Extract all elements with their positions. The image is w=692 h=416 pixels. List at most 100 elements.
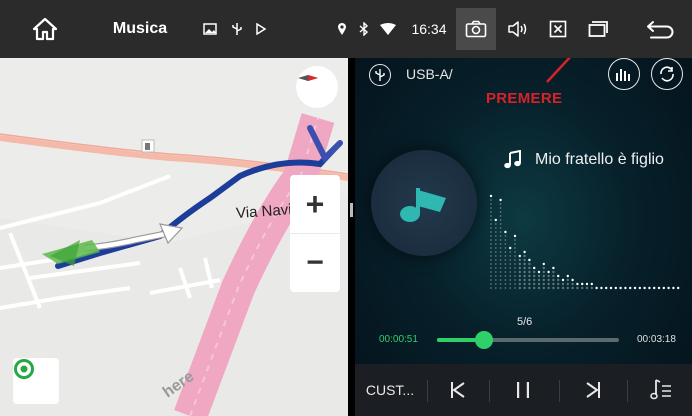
spectrum-dot <box>504 287 507 289</box>
spectrum-dot <box>566 282 569 286</box>
usb-source-button[interactable] <box>369 64 391 86</box>
spectrum-dot <box>494 251 497 253</box>
spectrum-dot <box>490 203 492 205</box>
playlist-button[interactable] <box>633 364 689 416</box>
zoom-out-button[interactable]: − <box>290 234 340 292</box>
camera-icon <box>465 20 487 38</box>
progress-knob[interactable] <box>474 331 493 349</box>
pause-button[interactable] <box>495 364 551 416</box>
spectrum-dot <box>561 278 565 282</box>
spectrum-dot <box>504 259 507 261</box>
music-note-icon <box>400 188 446 222</box>
spectrum-dot <box>571 278 574 282</box>
spectrum-dot <box>490 279 492 281</box>
spectrum-dot <box>494 227 497 229</box>
spectrum-dot <box>490 199 492 201</box>
usb-icon <box>228 0 246 58</box>
spectrum-dot <box>518 282 521 286</box>
close-box-icon <box>549 20 567 38</box>
spectrum-dot <box>662 286 665 290</box>
spectrum-dot <box>571 286 574 290</box>
total-time: 00:03:18 <box>637 334 676 345</box>
spectrum-dot <box>523 278 526 282</box>
spectrum-dot <box>494 243 497 245</box>
zoom-in-button[interactable]: + <box>290 175 340 233</box>
previous-track-button[interactable] <box>431 364 485 416</box>
spectrum-dot <box>499 223 502 225</box>
next-track-button[interactable] <box>565 364 621 416</box>
spectrum-dot <box>514 247 516 249</box>
spectrum-dot <box>499 271 502 273</box>
spectrum-dot <box>552 270 555 274</box>
spectrum-dot <box>509 283 512 285</box>
music-player: USB-A/ PREMERE Mio fratello è figlio 5/6… <box>355 58 692 416</box>
back-button[interactable] <box>640 0 680 58</box>
my-location-button[interactable] <box>13 358 59 404</box>
fuel-station-icon <box>145 143 150 150</box>
spectrum-dot <box>542 278 545 282</box>
spectrum-dot <box>499 243 502 245</box>
spectrum-dot <box>643 286 646 290</box>
spectrum-dot <box>619 286 622 290</box>
spectrum-dot <box>490 211 492 213</box>
spectrum-dot <box>504 230 507 234</box>
spectrum-dot <box>518 286 521 290</box>
repeat-button[interactable] <box>651 58 683 90</box>
spectrum-dot <box>514 279 516 281</box>
compass-button[interactable] <box>296 66 338 108</box>
spectrum-dot <box>494 263 497 265</box>
spectrum-dot <box>552 278 555 282</box>
spectrum-dot <box>499 219 502 221</box>
spectrum-dot <box>499 279 502 281</box>
spectrum-visualizer <box>489 194 680 290</box>
spectrum-dot <box>533 282 536 286</box>
spectrum-dot <box>494 235 497 237</box>
spectrum-dot <box>547 274 550 278</box>
spectrum-dot <box>504 275 507 277</box>
previous-icon <box>451 382 465 398</box>
spectrum-dot <box>528 286 531 290</box>
spectrum-dot <box>514 271 516 273</box>
spectrum-dot <box>537 274 541 278</box>
close-app-button[interactable] <box>540 0 576 58</box>
spectrum-dot <box>494 247 497 249</box>
spectrum-dot <box>504 251 507 253</box>
home-icon[interactable] <box>24 0 66 58</box>
spectrum-dot <box>523 258 526 262</box>
spectrum-dot <box>499 235 502 237</box>
play-status-icon <box>252 0 270 58</box>
custom-button[interactable]: CUST... <box>355 364 425 416</box>
spectrum-dot <box>490 259 492 261</box>
spectrum-dot <box>494 279 497 281</box>
spectrum-dot <box>499 263 502 265</box>
spectrum-dot <box>542 286 545 290</box>
progress-bar[interactable] <box>437 331 619 349</box>
equalizer-icon <box>616 69 630 81</box>
spectrum-dot <box>542 282 545 286</box>
spectrum-dot <box>494 259 497 261</box>
spectrum-dot <box>528 262 531 266</box>
zoom-in-label: + <box>305 185 325 222</box>
spectrum-dot <box>537 278 541 282</box>
recent-apps-button[interactable] <box>580 0 616 58</box>
spectrum-dot <box>499 247 502 249</box>
spectrum-dot <box>677 286 680 290</box>
spectrum-dot <box>657 286 661 290</box>
split-divider[interactable] <box>348 58 355 416</box>
spectrum-dot <box>509 246 512 250</box>
spectrum-dot <box>547 282 550 286</box>
spectrum-dot <box>509 279 512 281</box>
spectrum-dot <box>499 211 502 213</box>
spectrum-dot <box>490 275 492 277</box>
volume-button[interactable] <box>500 0 536 58</box>
screenshot-camera-button[interactable] <box>456 8 496 50</box>
navigation-map[interactable]: Via Navicella + − here <box>0 58 348 416</box>
spectrum-dot <box>518 258 521 262</box>
spectrum-dot <box>518 270 521 274</box>
spectrum-dot <box>528 270 531 274</box>
annotation-label: PREMERE <box>486 90 563 107</box>
spectrum-dot <box>504 235 507 237</box>
spectrum-dot <box>494 287 497 289</box>
image-icon <box>200 0 220 58</box>
spectrum-dot <box>542 262 545 266</box>
